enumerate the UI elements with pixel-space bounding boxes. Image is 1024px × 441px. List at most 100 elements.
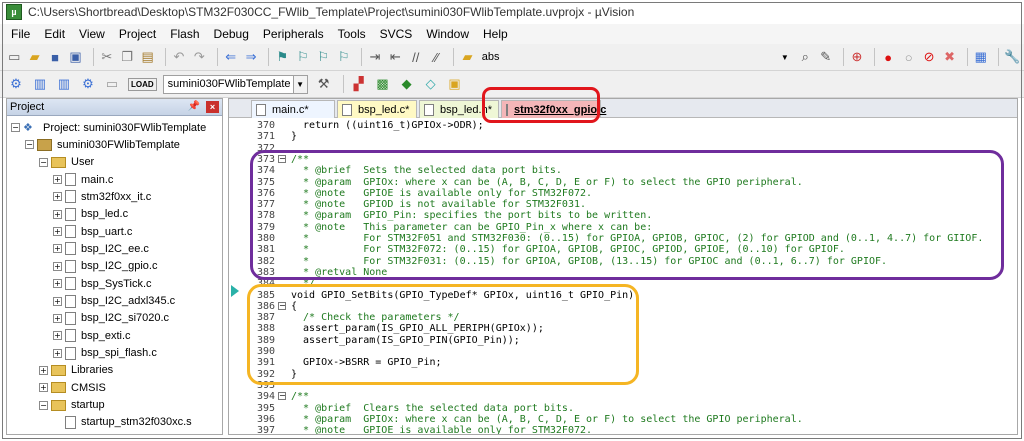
tree-item[interactable]: + bsp_SysTick.c xyxy=(53,275,152,292)
tree-item[interactable]: + bsp_I2C_ee.c xyxy=(53,240,149,257)
window-layout-icon[interactable]: ▦ xyxy=(973,47,989,67)
menu-peripherals[interactable]: Peripherals xyxy=(256,27,331,41)
tab-bsp-led-c[interactable]: bsp_led.c* xyxy=(337,100,417,118)
undo-icon[interactable]: ↶ xyxy=(171,47,187,67)
tab-main-c[interactable]: main.c* xyxy=(251,100,335,118)
expand-icon[interactable]: + xyxy=(53,348,62,358)
manage-project-items-icon[interactable]: ▞ xyxy=(349,74,369,94)
target-options-icon[interactable]: ⚒ xyxy=(314,74,334,94)
target-select[interactable]: sumini030FWlibTemplate ▼ xyxy=(162,74,308,94)
bookmark-clear-icon[interactable]: ⚐ xyxy=(335,47,351,67)
collapse-icon[interactable]: − xyxy=(39,400,48,410)
expand-icon[interactable]: + xyxy=(53,296,62,306)
expand-icon[interactable]: + xyxy=(39,383,48,393)
batch-build-icon[interactable]: ⚙ xyxy=(78,74,98,94)
tree-item[interactable]: + bsp_led.c xyxy=(53,206,128,223)
pack-installer-icon[interactable]: ◇ xyxy=(421,74,441,94)
fold-collapse-icon[interactable]: − xyxy=(278,392,286,401)
menu-view[interactable]: View xyxy=(72,27,112,41)
code-line[interactable]: 394−/** xyxy=(229,391,1017,402)
translate-icon[interactable]: ⚙ xyxy=(6,74,26,94)
uncomment-icon[interactable]: ⁄⁄ xyxy=(428,47,444,67)
breakpoint-kill-icon[interactable]: ✖ xyxy=(941,47,957,67)
pin-icon[interactable]: 📌 xyxy=(188,101,200,112)
menu-file[interactable]: File xyxy=(4,27,37,41)
bookmark-next-icon[interactable]: ⚐ xyxy=(315,47,331,67)
find-icon[interactable]: ⌕ xyxy=(797,47,813,67)
find-text[interactable]: abs xyxy=(482,51,500,63)
expand-icon[interactable]: + xyxy=(53,261,62,271)
configure-icon[interactable]: 🔧 xyxy=(1004,47,1020,67)
close-icon[interactable]: × xyxy=(206,101,219,113)
incremental-find-icon[interactable]: ✎ xyxy=(817,47,833,67)
tree-item[interactable]: + bsp_I2C_si7020.c xyxy=(53,310,169,327)
unindent-icon[interactable]: ⇤ xyxy=(387,47,403,67)
save-icon[interactable]: ■ xyxy=(47,47,63,67)
pack-installer-icon[interactable]: ▣ xyxy=(445,74,465,94)
redo-icon[interactable]: ↷ xyxy=(191,47,207,67)
tree-item[interactable]: + stm32f0xx_it.c xyxy=(53,188,151,205)
code-line[interactable]: 395 * @brief Clears the selected data po… xyxy=(229,403,1017,414)
expand-icon[interactable]: + xyxy=(39,365,48,375)
chevron-down-icon[interactable]: ▼ xyxy=(292,75,307,93)
breakpoint-clear-icon[interactable]: ⊘ xyxy=(921,47,937,67)
tree-item[interactable]: − startup xyxy=(39,397,105,414)
copy-icon[interactable]: ❐ xyxy=(119,47,135,67)
open-file-icon[interactable]: ▰ xyxy=(26,47,42,67)
save-all-icon[interactable]: ▣ xyxy=(67,47,83,67)
menu-svcs[interactable]: SVCS xyxy=(373,27,420,41)
menu-help[interactable]: Help xyxy=(476,27,515,41)
build-icon[interactable]: ▥ xyxy=(30,74,50,94)
debug-session-icon[interactable]: ⊕ xyxy=(849,47,865,67)
tree-item[interactable]: + bsp_I2C_gpio.c xyxy=(53,258,157,275)
stop-build-icon[interactable]: ▭ xyxy=(102,74,122,94)
nav-back-icon[interactable]: ⇐ xyxy=(222,47,238,67)
expand-icon[interactable]: + xyxy=(53,331,62,341)
expand-icon[interactable]: + xyxy=(53,227,62,237)
code-line[interactable]: 396 * @param GPIOx: where x can be (A, B… xyxy=(229,414,1017,425)
expand-icon[interactable]: + xyxy=(53,313,62,323)
manage-rte-icon[interactable]: ◆ xyxy=(397,74,417,94)
tree-item[interactable]: − sumini030FWlibTemplate xyxy=(25,136,180,153)
bookmark-prev-icon[interactable]: ⚐ xyxy=(295,47,311,67)
tree-item[interactable]: + bsp_exti.c xyxy=(53,327,131,344)
tree-item[interactable]: + main.c xyxy=(53,171,113,188)
collapse-icon[interactable]: − xyxy=(11,123,20,132)
select-packs-icon[interactable]: ▩ xyxy=(373,74,393,94)
comment-icon[interactable]: // xyxy=(408,47,424,67)
tree-item[interactable]: + bsp_uart.c xyxy=(53,223,132,240)
collapse-icon[interactable]: − xyxy=(39,157,48,167)
indent-icon[interactable]: ⇥ xyxy=(367,47,383,67)
rebuild-icon[interactable]: ▥ xyxy=(54,74,74,94)
expand-icon[interactable]: + xyxy=(53,175,62,185)
tree-item[interactable]: + bsp_spi_flash.c xyxy=(53,345,157,362)
expand-icon[interactable]: + xyxy=(53,209,62,219)
code-line[interactable]: 397 * @note GPIOE is available only for … xyxy=(229,425,1017,434)
tree-item[interactable]: + bsp_I2C_adxl345.c xyxy=(53,293,175,310)
code-line[interactable]: 370 return ((uint16_t)GPIOx->ODR); xyxy=(229,120,1017,131)
expand-icon[interactable]: + xyxy=(53,244,62,254)
breakpoint-icon[interactable]: ● xyxy=(880,47,896,67)
expand-icon[interactable]: + xyxy=(53,192,62,202)
new-file-icon[interactable]: ▭ xyxy=(6,47,22,67)
tree-item[interactable]: + Libraries xyxy=(39,362,113,379)
tree-item[interactable]: − User xyxy=(39,154,94,171)
collapse-icon[interactable]: − xyxy=(25,140,34,150)
tree-item[interactable]: + CMSIS xyxy=(39,379,106,396)
menu-flash[interactable]: Flash xyxy=(163,27,206,41)
cut-icon[interactable]: ✂ xyxy=(99,47,115,67)
menu-edit[interactable]: Edit xyxy=(37,27,72,41)
breakpoint-disable-icon[interactable]: ○ xyxy=(900,47,916,67)
menu-tools[interactable]: Tools xyxy=(331,27,373,41)
tree-item[interactable]: − ❖ Project: sumini030FWlibTemplate xyxy=(11,119,206,136)
find-dropdown-icon[interactable]: ▼ xyxy=(777,47,793,67)
menu-debug[interactable]: Debug xyxy=(207,27,256,41)
menu-project[interactable]: Project xyxy=(112,27,163,41)
expand-icon[interactable]: + xyxy=(53,279,62,289)
menu-window[interactable]: Window xyxy=(419,27,476,41)
tree-item[interactable]: startup_stm32f030xc.s xyxy=(53,414,192,431)
download-load-button[interactable]: LOAD xyxy=(128,77,157,91)
bookmark-icon[interactable]: ⚑ xyxy=(274,47,290,67)
paste-icon[interactable]: ▤ xyxy=(139,47,155,67)
find-in-files-icon[interactable]: ▰ xyxy=(459,47,475,67)
